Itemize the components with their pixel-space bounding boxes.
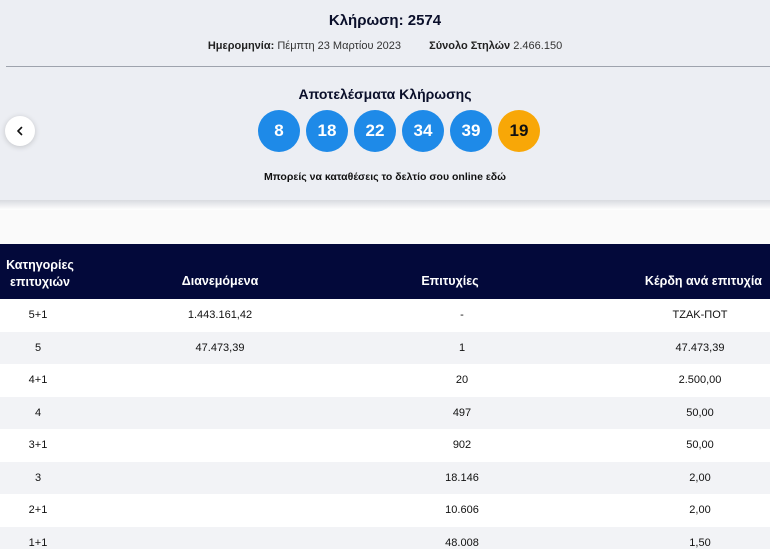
row-prize: 2.500,00	[678, 374, 722, 387]
row-winners: 18.146	[445, 471, 479, 484]
date-label: Ημερομηνία:	[207, 40, 275, 52]
table-row: 3 18.146 2,00	[0, 461, 770, 495]
columns-label: Σύνολο Στηλών	[429, 40, 511, 52]
row-prize: 1,50	[689, 536, 711, 549]
number-ball: 18	[306, 110, 348, 152]
panel-shadow	[0, 200, 770, 210]
online-link[interactable]: εδώ	[486, 171, 506, 183]
spacer-band	[0, 210, 770, 244]
divider	[6, 66, 770, 67]
table-body: 5+1 1.443.161,42 - ΤΖΑΚ-ΠΟΤ 5 47.473,39 1 47.47…	[0, 299, 770, 549]
table-row: 5 47.473,39 1 47.473,39	[0, 331, 770, 364]
row-prize: 50,00	[686, 406, 714, 419]
row-winners: 1	[458, 341, 466, 354]
table-row: 1+1 48.008 1,50	[0, 526, 770, 549]
header-winners: Επιτυχίες	[421, 274, 479, 288]
row-distributed	[150, 494, 290, 527]
row-prize: 2,00	[689, 471, 711, 484]
header-prize: Κέρδη ανά επιτυχία	[644, 274, 762, 288]
row-distributed	[150, 429, 290, 462]
row-category: 1+1	[28, 536, 48, 549]
prize-table: Κατηγορίες επιτυχιών Διανεμόμενα Επιτυχί…	[0, 244, 770, 549]
table-row: 4 497 50,00	[0, 396, 770, 430]
row-category: 3	[34, 471, 42, 484]
row-prize: 50,00	[686, 439, 714, 452]
row-category: 5+1	[28, 309, 48, 322]
row-winners: 902	[452, 439, 472, 452]
columns-value: 2.466.150	[513, 40, 563, 52]
row-distributed	[150, 364, 290, 397]
header-category: Κατηγορίες επιτυχιών	[6, 258, 74, 289]
draw-title: Κλήρωση: 2574	[328, 12, 442, 29]
row-prize: 47.473,39	[675, 341, 725, 354]
row-category: 4+1	[28, 374, 48, 387]
row-winners: 10.606	[445, 504, 479, 517]
online-note-text: Μπορείς να καταθέσεις το δελτίο σου onli…	[263, 171, 483, 183]
date-value: Πέμπτη 23 Μαρτίου 2023	[277, 40, 402, 52]
draw-meta: Ημερομηνία: Πέμπτη 23 Μαρτίου 2023 Σύνολ…	[0, 40, 770, 52]
row-distributed	[150, 462, 290, 495]
table-row: 2+1 10.606 2,00	[0, 494, 770, 527]
row-distributed: 1.443.161,42	[187, 309, 253, 322]
bonus-ball: 19	[498, 110, 540, 152]
results-title: Αποτελέσματα Κλήρωσης	[298, 86, 472, 102]
row-distributed	[150, 397, 290, 430]
number-ball: 22	[354, 110, 396, 152]
number-ball: 34	[402, 110, 444, 152]
winning-numbers: 8 18 22 34 39 19	[258, 110, 540, 152]
online-note: Μπορείς να καταθέσεις το δελτίο σου onli…	[0, 171, 770, 183]
row-winners: 497	[452, 406, 472, 419]
table-row: 4+1 20 2.500,00	[0, 364, 770, 397]
header-distributed: Διανεμόμενα	[181, 274, 259, 288]
row-category: 5	[34, 341, 42, 354]
draw-info-panel: Κλήρωση: 2574 Ημερομηνία: Πέμπτη 23 Μαρτ…	[0, 0, 770, 200]
row-winners: 48.008	[445, 536, 479, 549]
table-row: 3+1 902 50,00	[0, 429, 770, 462]
row-distributed	[150, 527, 290, 549]
row-prize: ΤΖΑΚ-ΠΟΤ	[672, 309, 728, 322]
row-prize: 2,00	[689, 504, 711, 517]
row-category: 4	[34, 406, 42, 419]
row-category: 2+1	[28, 504, 48, 517]
row-winners: 20	[455, 374, 469, 387]
previous-draw-button[interactable]	[5, 116, 35, 146]
row-distributed: 47.473,39	[195, 341, 245, 354]
number-ball: 8	[258, 110, 300, 152]
chevron-left-icon	[17, 126, 23, 136]
row-winners: -	[460, 309, 464, 322]
table-header: Κατηγορίες επιτυχιών Διανεμόμενα Επιτυχί…	[0, 244, 770, 299]
table-row: 5+1 1.443.161,42 - ΤΖΑΚ-ΠΟΤ	[0, 299, 770, 332]
number-ball: 39	[450, 110, 492, 152]
row-category: 3+1	[28, 439, 48, 452]
